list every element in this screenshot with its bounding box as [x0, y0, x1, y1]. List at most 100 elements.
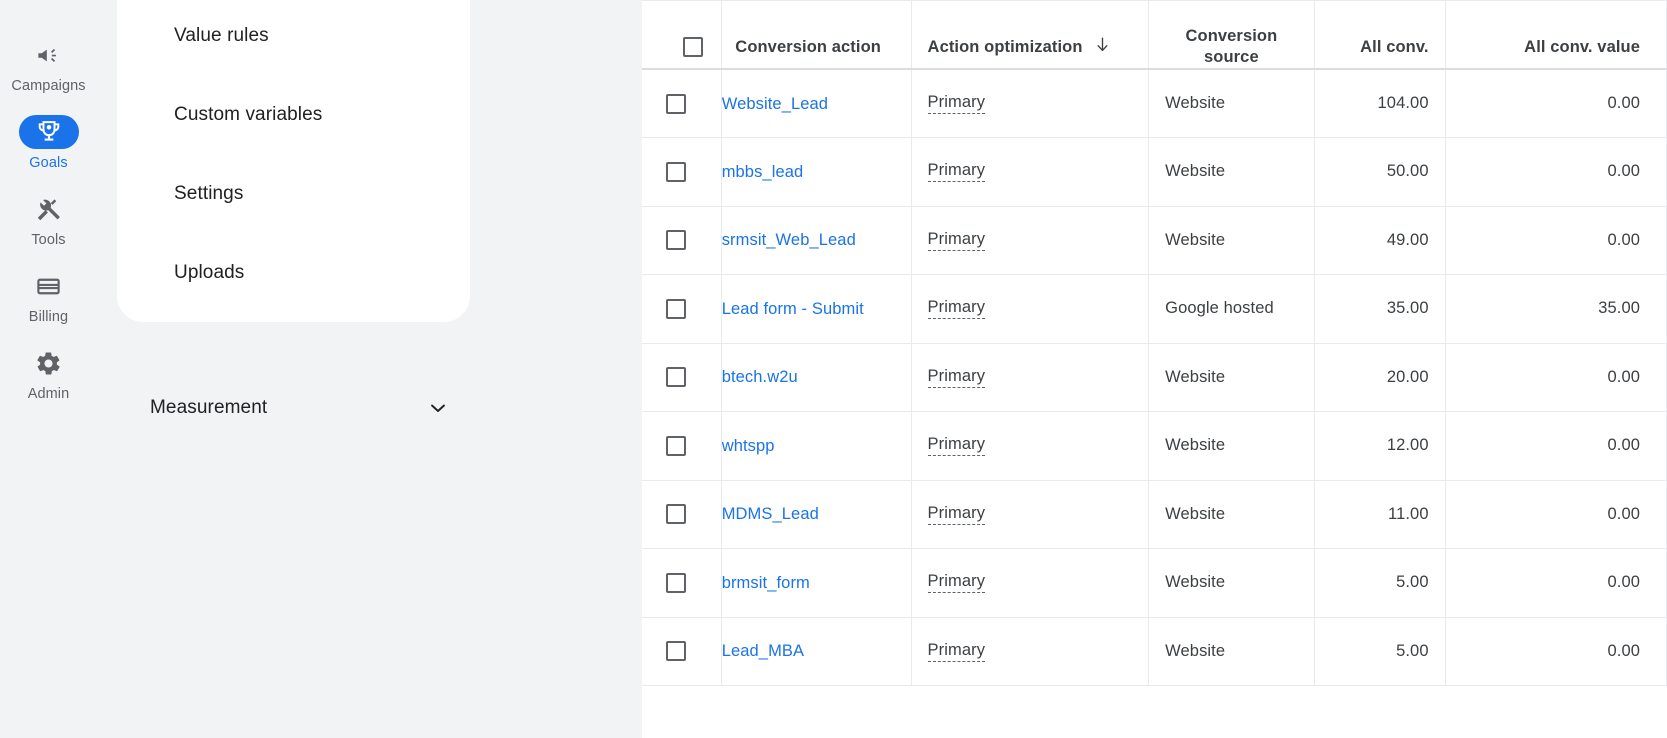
action-optimization-value[interactable]: Primary: [927, 93, 986, 114]
header-conversion-source[interactable]: Conversion source: [1148, 0, 1315, 70]
row-select-cell: [642, 411, 722, 481]
cell-conversion-action: whtspp: [721, 411, 912, 481]
conversion-action-link[interactable]: whtspp: [722, 435, 895, 457]
cell-all-conv: 104.00: [1314, 69, 1446, 138]
cell-all-conv: 11.00: [1314, 480, 1446, 549]
action-optimization-value[interactable]: Primary: [927, 230, 986, 251]
table-row: Lead form - Submit Primary Google hosted 35…: [642, 274, 1667, 344]
nav-item-admin[interactable]: Admin: [8, 346, 90, 402]
arrow-down-icon: [1093, 35, 1112, 60]
table-body: Website_Lead Primary Website 104.00 0.00 mbbs…: [642, 69, 1667, 686]
cell-all-conv: 5.00: [1314, 617, 1446, 686]
table-row: btech.w2u Primary Website 20.00 0.00: [642, 343, 1667, 412]
row-checkbox[interactable]: [666, 504, 686, 525]
cell-action-optimization: Primary: [911, 548, 1150, 618]
sub-nav-item-value-rules[interactable]: Value rules: [117, 0, 470, 75]
nav-pill-billing: [19, 269, 79, 303]
row-checkbox[interactable]: [666, 93, 686, 114]
row-checkbox[interactable]: [666, 367, 686, 388]
row-checkbox[interactable]: [666, 161, 686, 182]
conversion-action-link[interactable]: btech.w2u: [722, 366, 895, 388]
action-optimization-value[interactable]: Primary: [927, 161, 986, 183]
row-checkbox[interactable]: [666, 572, 686, 593]
cell-all-conv-value: 0.00: [1445, 137, 1667, 207]
conversion-action-link[interactable]: srmsit_Web_Lead: [722, 229, 895, 251]
nav-label-tools: Tools: [31, 232, 66, 248]
nav-pill-campaigns: [19, 38, 79, 72]
cell-conversion-action: mbbs_lead: [721, 137, 912, 207]
header-conversion-action[interactable]: Conversion action: [721, 0, 912, 70]
nav-item-goals[interactable]: Goals: [8, 115, 90, 171]
sub-nav-group-measurement[interactable]: Measurement: [117, 385, 470, 431]
action-optimization-value[interactable]: Primary: [927, 367, 986, 388]
nav-item-tools[interactable]: Tools: [8, 192, 90, 248]
row-checkbox[interactable]: [666, 298, 686, 319]
cell-conversion-source: Website: [1148, 343, 1315, 412]
nav-label-billing: Billing: [28, 309, 69, 325]
action-optimization-value[interactable]: Primary: [927, 572, 986, 594]
secondary-nav-panel: Summary Value rules Custom variables Set…: [97, 0, 642, 738]
row-checkbox[interactable]: [666, 435, 686, 456]
app-screen: Campaigns Goals Tools Billing Admin Valu…: [0, 0, 1667, 738]
cell-all-conv: 12.00: [1314, 411, 1446, 481]
cell-all-conv-value: 0.00: [1445, 343, 1667, 412]
cell-all-conv: 50.00: [1314, 137, 1446, 207]
sub-nav-label-uploads: Uploads: [174, 261, 245, 283]
sub-nav-item-uploads[interactable]: Uploads: [117, 233, 470, 312]
cell-all-conv-value: 0.00: [1445, 69, 1667, 138]
select-all-checkbox[interactable]: [683, 37, 704, 58]
cell-conversion-source: Website: [1148, 411, 1315, 481]
action-optimization-value[interactable]: Primary: [927, 435, 986, 457]
conversion-action-link[interactable]: MDMS_Lead: [722, 503, 895, 525]
nav-pill-goals: [18, 115, 79, 149]
table-row: Lead_MBA Primary Website 5.00 0.00: [642, 617, 1667, 686]
header-select-all-cell: [642, 0, 722, 70]
conversions-table-container: Conversion action Action optimization Co…: [642, 0, 1667, 738]
row-select-cell: [642, 137, 722, 207]
cell-all-conv: 49.00: [1314, 206, 1446, 275]
header-all-conv-value[interactable]: All conv. value: [1445, 0, 1667, 70]
cell-all-conv: 35.00: [1314, 274, 1446, 344]
nav-label-admin: Admin: [27, 386, 70, 402]
sub-nav-item-custom-variables[interactable]: Custom variables: [117, 75, 470, 154]
nav-pill-admin: [19, 346, 79, 380]
cell-action-optimization: Primary: [911, 411, 1150, 481]
trophy-icon: [38, 121, 59, 141]
conversion-action-link[interactable]: mbbs_lead: [722, 161, 895, 183]
row-checkbox[interactable]: [666, 230, 686, 251]
row-checkbox[interactable]: [666, 641, 686, 662]
cell-conversion-source: Website: [1148, 137, 1315, 207]
conversion-action-link[interactable]: Lead form - Submit: [722, 298, 895, 320]
action-optimization-value[interactable]: Primary: [927, 641, 986, 662]
cell-action-optimization: Primary: [911, 343, 1150, 412]
cell-conversion-source: Website: [1148, 69, 1315, 138]
header-action-optimization[interactable]: Action optimization: [911, 0, 1150, 70]
nav-pill-tools: [19, 192, 79, 226]
cell-conversion-source: Website: [1148, 480, 1315, 549]
nav-item-billing[interactable]: Billing: [8, 269, 90, 325]
megaphone-icon: [38, 48, 56, 62]
action-optimization-value[interactable]: Primary: [927, 298, 986, 320]
sub-nav-group-label: Measurement: [150, 397, 268, 418]
cell-action-optimization: Primary: [911, 480, 1150, 549]
action-optimization-value[interactable]: Primary: [927, 504, 986, 525]
cell-all-conv-value: 0.00: [1445, 480, 1667, 549]
conversion-action-link[interactable]: Website_Lead: [722, 93, 895, 115]
row-select-cell: [642, 274, 722, 344]
sub-nav-item-settings[interactable]: Settings: [117, 154, 470, 233]
row-select-cell: [642, 480, 722, 549]
chevron-down-icon: [431, 404, 445, 412]
cell-conversion-action: Lead form - Submit: [721, 274, 912, 344]
cell-conversion-action: btech.w2u: [721, 343, 912, 412]
cell-conversion-action: Lead_MBA: [721, 617, 912, 686]
cell-conversion-source: Google hosted: [1148, 274, 1315, 344]
conversion-action-link[interactable]: Lead_MBA: [722, 640, 895, 662]
cell-action-optimization: Primary: [911, 206, 1150, 275]
header-all-conv[interactable]: All conv.: [1314, 0, 1446, 70]
nav-item-campaigns[interactable]: Campaigns: [8, 38, 90, 94]
cell-conversion-action: brmsit_form: [721, 548, 912, 618]
nav-label-campaigns: Campaigns: [11, 78, 86, 94]
cell-conversion-action: Website_Lead: [721, 69, 912, 138]
conversion-action-link[interactable]: brmsit_form: [722, 572, 895, 594]
table-row: mbbs_lead Primary Website 50.00 0.00: [642, 137, 1667, 207]
